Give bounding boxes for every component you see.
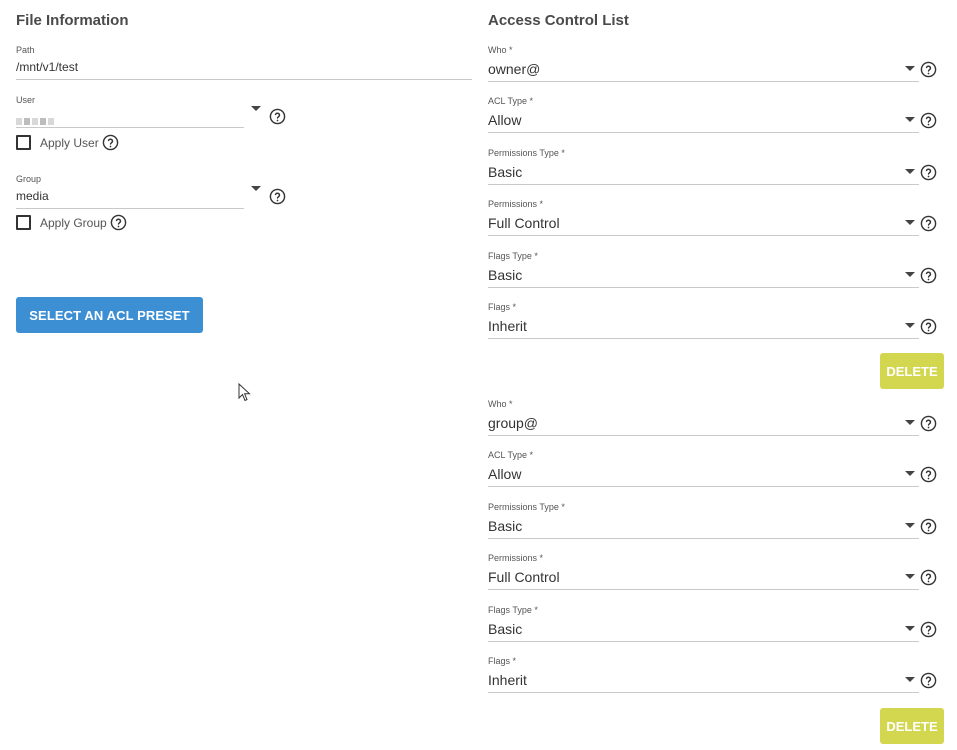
acl-permissions-label: Permissions * (488, 553, 544, 563)
acl-permissions-type-help-icon[interactable] (920, 518, 937, 535)
acl-permissions-underline (488, 589, 919, 590)
acl-acl-type-label: ACL Type * (488, 96, 534, 106)
acl-flags-type-underline (488, 641, 919, 642)
acl-permissions-type-label: Permissions Type * (488, 502, 565, 512)
group-help-icon[interactable] (269, 188, 286, 205)
acl-permissions-type-chevron-down-icon[interactable] (905, 169, 915, 174)
acl-who-chevron-down-icon[interactable] (905, 420, 915, 425)
acl-flags-type-label: Flags Type * (488, 605, 538, 615)
acl-flags-help-icon[interactable] (920, 672, 937, 689)
acl-who-help-icon[interactable] (920, 61, 937, 78)
acl-flags-type-help-icon[interactable] (920, 267, 937, 284)
user-help-icon[interactable] (269, 108, 286, 125)
acl-flags-help-icon[interactable] (920, 318, 937, 335)
acl-flags-type-chevron-down-icon[interactable] (905, 626, 915, 631)
acl-who-label: Who * (488, 399, 513, 409)
acl-permissions-chevron-down-icon[interactable] (905, 574, 915, 579)
user-value-redacted[interactable] (16, 112, 56, 125)
path-underline (16, 79, 472, 80)
acl-permissions-select[interactable]: Full Control (488, 569, 560, 585)
acl-who-underline (488, 81, 919, 82)
path-label: Path (16, 45, 35, 55)
acl-permissions-type-select[interactable]: Basic (488, 164, 522, 180)
user-underline (16, 127, 244, 128)
delete-acl-entry-button[interactable]: DELETE (880, 708, 944, 744)
acl-flags-type-label: Flags Type * (488, 251, 538, 261)
acl-acl-type-select[interactable]: Allow (488, 112, 521, 128)
acl-permissions-help-icon[interactable] (920, 215, 937, 232)
acl-who-select[interactable]: group@ (488, 415, 538, 431)
user-dropdown-chevron-down-icon[interactable] (251, 106, 261, 111)
acl-permissions-type-chevron-down-icon[interactable] (905, 523, 915, 528)
acl-permissions-label: Permissions * (488, 199, 544, 209)
group-dropdown-chevron-down-icon[interactable] (251, 186, 261, 191)
apply-group-help-icon[interactable] (110, 214, 127, 231)
acl-flags-underline (488, 338, 919, 339)
acl-flags-type-select[interactable]: Basic (488, 621, 522, 637)
path-input[interactable]: /mnt/v1/test (16, 60, 78, 74)
group-input[interactable]: media (16, 189, 49, 203)
acl-permissions-type-help-icon[interactable] (920, 164, 937, 181)
acl-permissions-type-label: Permissions Type * (488, 148, 565, 158)
acl-acl-type-underline (488, 486, 919, 487)
acl-acl-type-underline (488, 132, 919, 133)
apply-user-checkbox[interactable] (16, 135, 31, 150)
acl-permissions-chevron-down-icon[interactable] (905, 220, 915, 225)
acl-acl-type-help-icon[interactable] (920, 112, 937, 129)
acl-flags-chevron-down-icon[interactable] (905, 323, 915, 328)
acl-flags-select[interactable]: Inherit (488, 672, 527, 688)
acl-permissions-type-select[interactable]: Basic (488, 518, 522, 534)
acl-acl-type-select[interactable]: Allow (488, 466, 521, 482)
acl-flags-label: Flags * (488, 656, 517, 666)
acl-acl-type-help-icon[interactable] (920, 466, 937, 483)
acl-flags-chevron-down-icon[interactable] (905, 677, 915, 682)
mouse-pointer-icon (238, 382, 252, 403)
acl-permissions-underline (488, 235, 919, 236)
acl-flags-label: Flags * (488, 302, 517, 312)
acl-permissions-type-underline (488, 538, 919, 539)
select-acl-preset-button[interactable]: SELECT AN ACL PRESET (16, 297, 203, 333)
acl-flags-type-underline (488, 287, 919, 288)
apply-user-help-icon[interactable] (102, 134, 119, 151)
group-label: Group (16, 174, 42, 184)
apply-group-checkbox[interactable] (16, 215, 31, 230)
acl-permissions-select[interactable]: Full Control (488, 215, 560, 231)
acl-who-select[interactable]: owner@ (488, 61, 540, 77)
acl-who-label: Who * (488, 45, 513, 55)
acl-flags-underline (488, 692, 919, 693)
file-information-title: File Information (16, 12, 129, 29)
acl-flags-type-chevron-down-icon[interactable] (905, 272, 915, 277)
acl-permissions-help-icon[interactable] (920, 569, 937, 586)
acl-acl-type-label: ACL Type * (488, 450, 534, 460)
user-label: User (16, 95, 36, 105)
acl-flags-select[interactable]: Inherit (488, 318, 527, 334)
apply-group-label[interactable]: Apply Group (40, 216, 107, 230)
access-control-list-title: Access Control List (488, 12, 629, 29)
acl-who-chevron-down-icon[interactable] (905, 66, 915, 71)
acl-permissions-type-underline (488, 184, 919, 185)
acl-acl-type-chevron-down-icon[interactable] (905, 117, 915, 122)
acl-flags-type-help-icon[interactable] (920, 621, 937, 638)
acl-who-underline (488, 435, 919, 436)
acl-flags-type-select[interactable]: Basic (488, 267, 522, 283)
acl-acl-type-chevron-down-icon[interactable] (905, 471, 915, 476)
delete-acl-entry-button[interactable]: DELETE (880, 353, 944, 389)
group-underline (16, 208, 244, 209)
apply-user-label[interactable]: Apply User (40, 136, 99, 150)
acl-who-help-icon[interactable] (920, 415, 937, 432)
